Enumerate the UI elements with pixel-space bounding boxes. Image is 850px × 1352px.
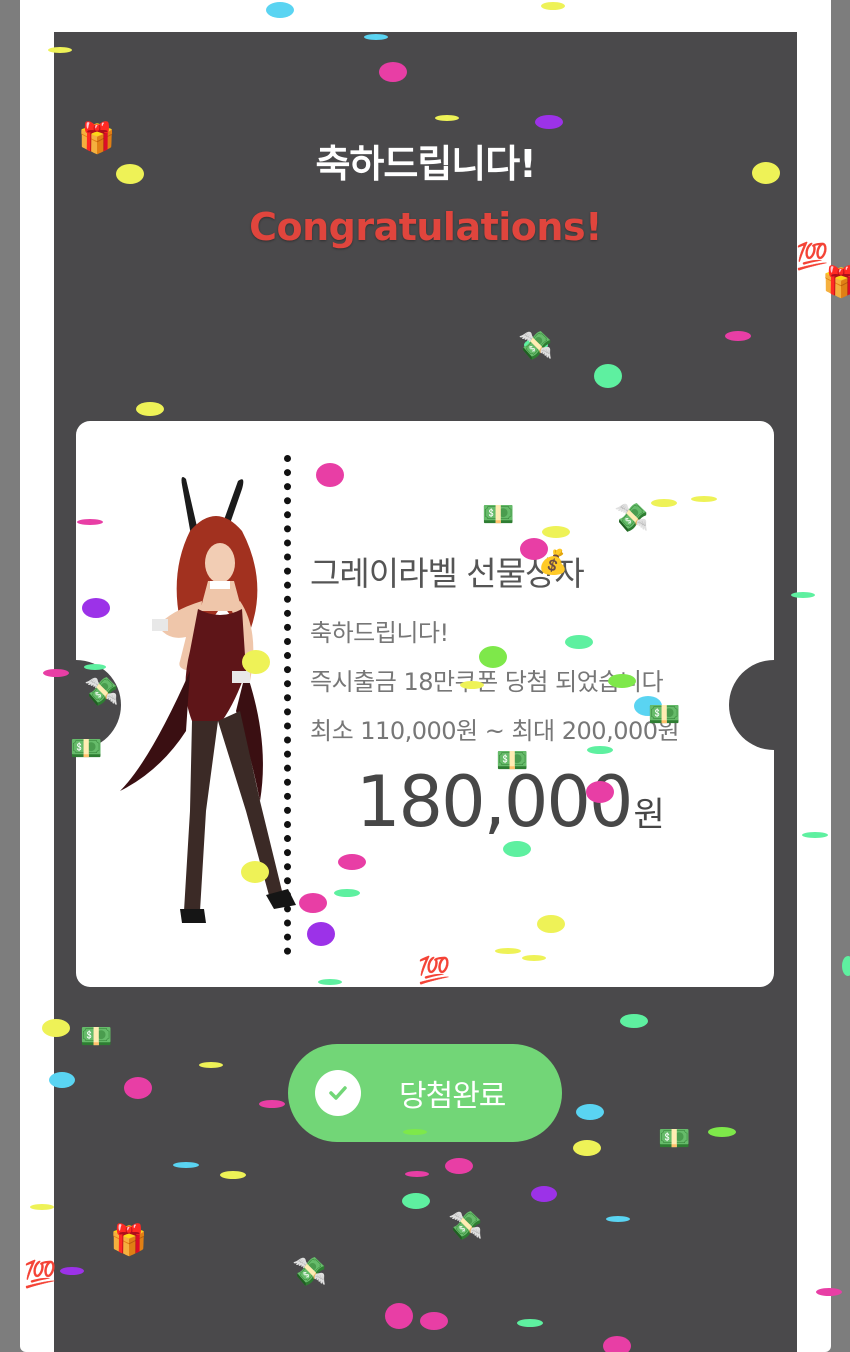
- heading-english: Congratulations!: [249, 205, 602, 249]
- money-bag-icon: 💰: [538, 548, 568, 576]
- dollar-bill-icon: 💵: [70, 734, 103, 764]
- check-icon: [315, 1070, 361, 1116]
- dollar-bill-icon: 💵: [80, 1022, 113, 1052]
- character-illustration: [110, 471, 310, 941]
- hundred-points-icon: 💯: [418, 956, 451, 986]
- complete-button[interactable]: 당첨완료: [288, 1044, 562, 1142]
- ticket-coupon-text: 즉시출금 18만쿠폰 당첨 되었습니다: [310, 668, 664, 696]
- gift-icon: 🎁: [822, 265, 850, 300]
- gift-icon: 🎁: [78, 121, 116, 156]
- heading-korean: 축하드립니다!: [315, 142, 536, 186]
- dollar-bill-icon: 💵: [496, 746, 529, 776]
- prize-amount-unit: 원: [633, 795, 665, 835]
- hundred-points-icon: 💯: [796, 242, 829, 272]
- flying-money-icon: 💸: [84, 675, 119, 708]
- flying-money-icon: 💸: [614, 501, 649, 534]
- hundred-points-icon: 💯: [24, 1260, 57, 1290]
- flying-money-icon: 💸: [448, 1209, 483, 1242]
- dollar-bill-icon: 💵: [658, 1124, 691, 1154]
- complete-button-label: 당첨완료: [399, 1079, 506, 1114]
- prize-amount-value: 180,000: [356, 761, 633, 843]
- dollar-bill-icon: 💵: [482, 500, 515, 530]
- gift-icon: 🎁: [110, 1223, 148, 1258]
- flying-money-icon: 💸: [518, 329, 553, 362]
- ticket-congrats-text: 축하드립니다!: [310, 619, 449, 647]
- flying-money-icon: 💸: [292, 1255, 327, 1288]
- ticket-notch-right: [729, 660, 774, 750]
- ticket-range-text: 최소 110,000원 ~ 최대 200,000원: [310, 717, 680, 745]
- dollar-bill-icon: 💵: [648, 700, 681, 730]
